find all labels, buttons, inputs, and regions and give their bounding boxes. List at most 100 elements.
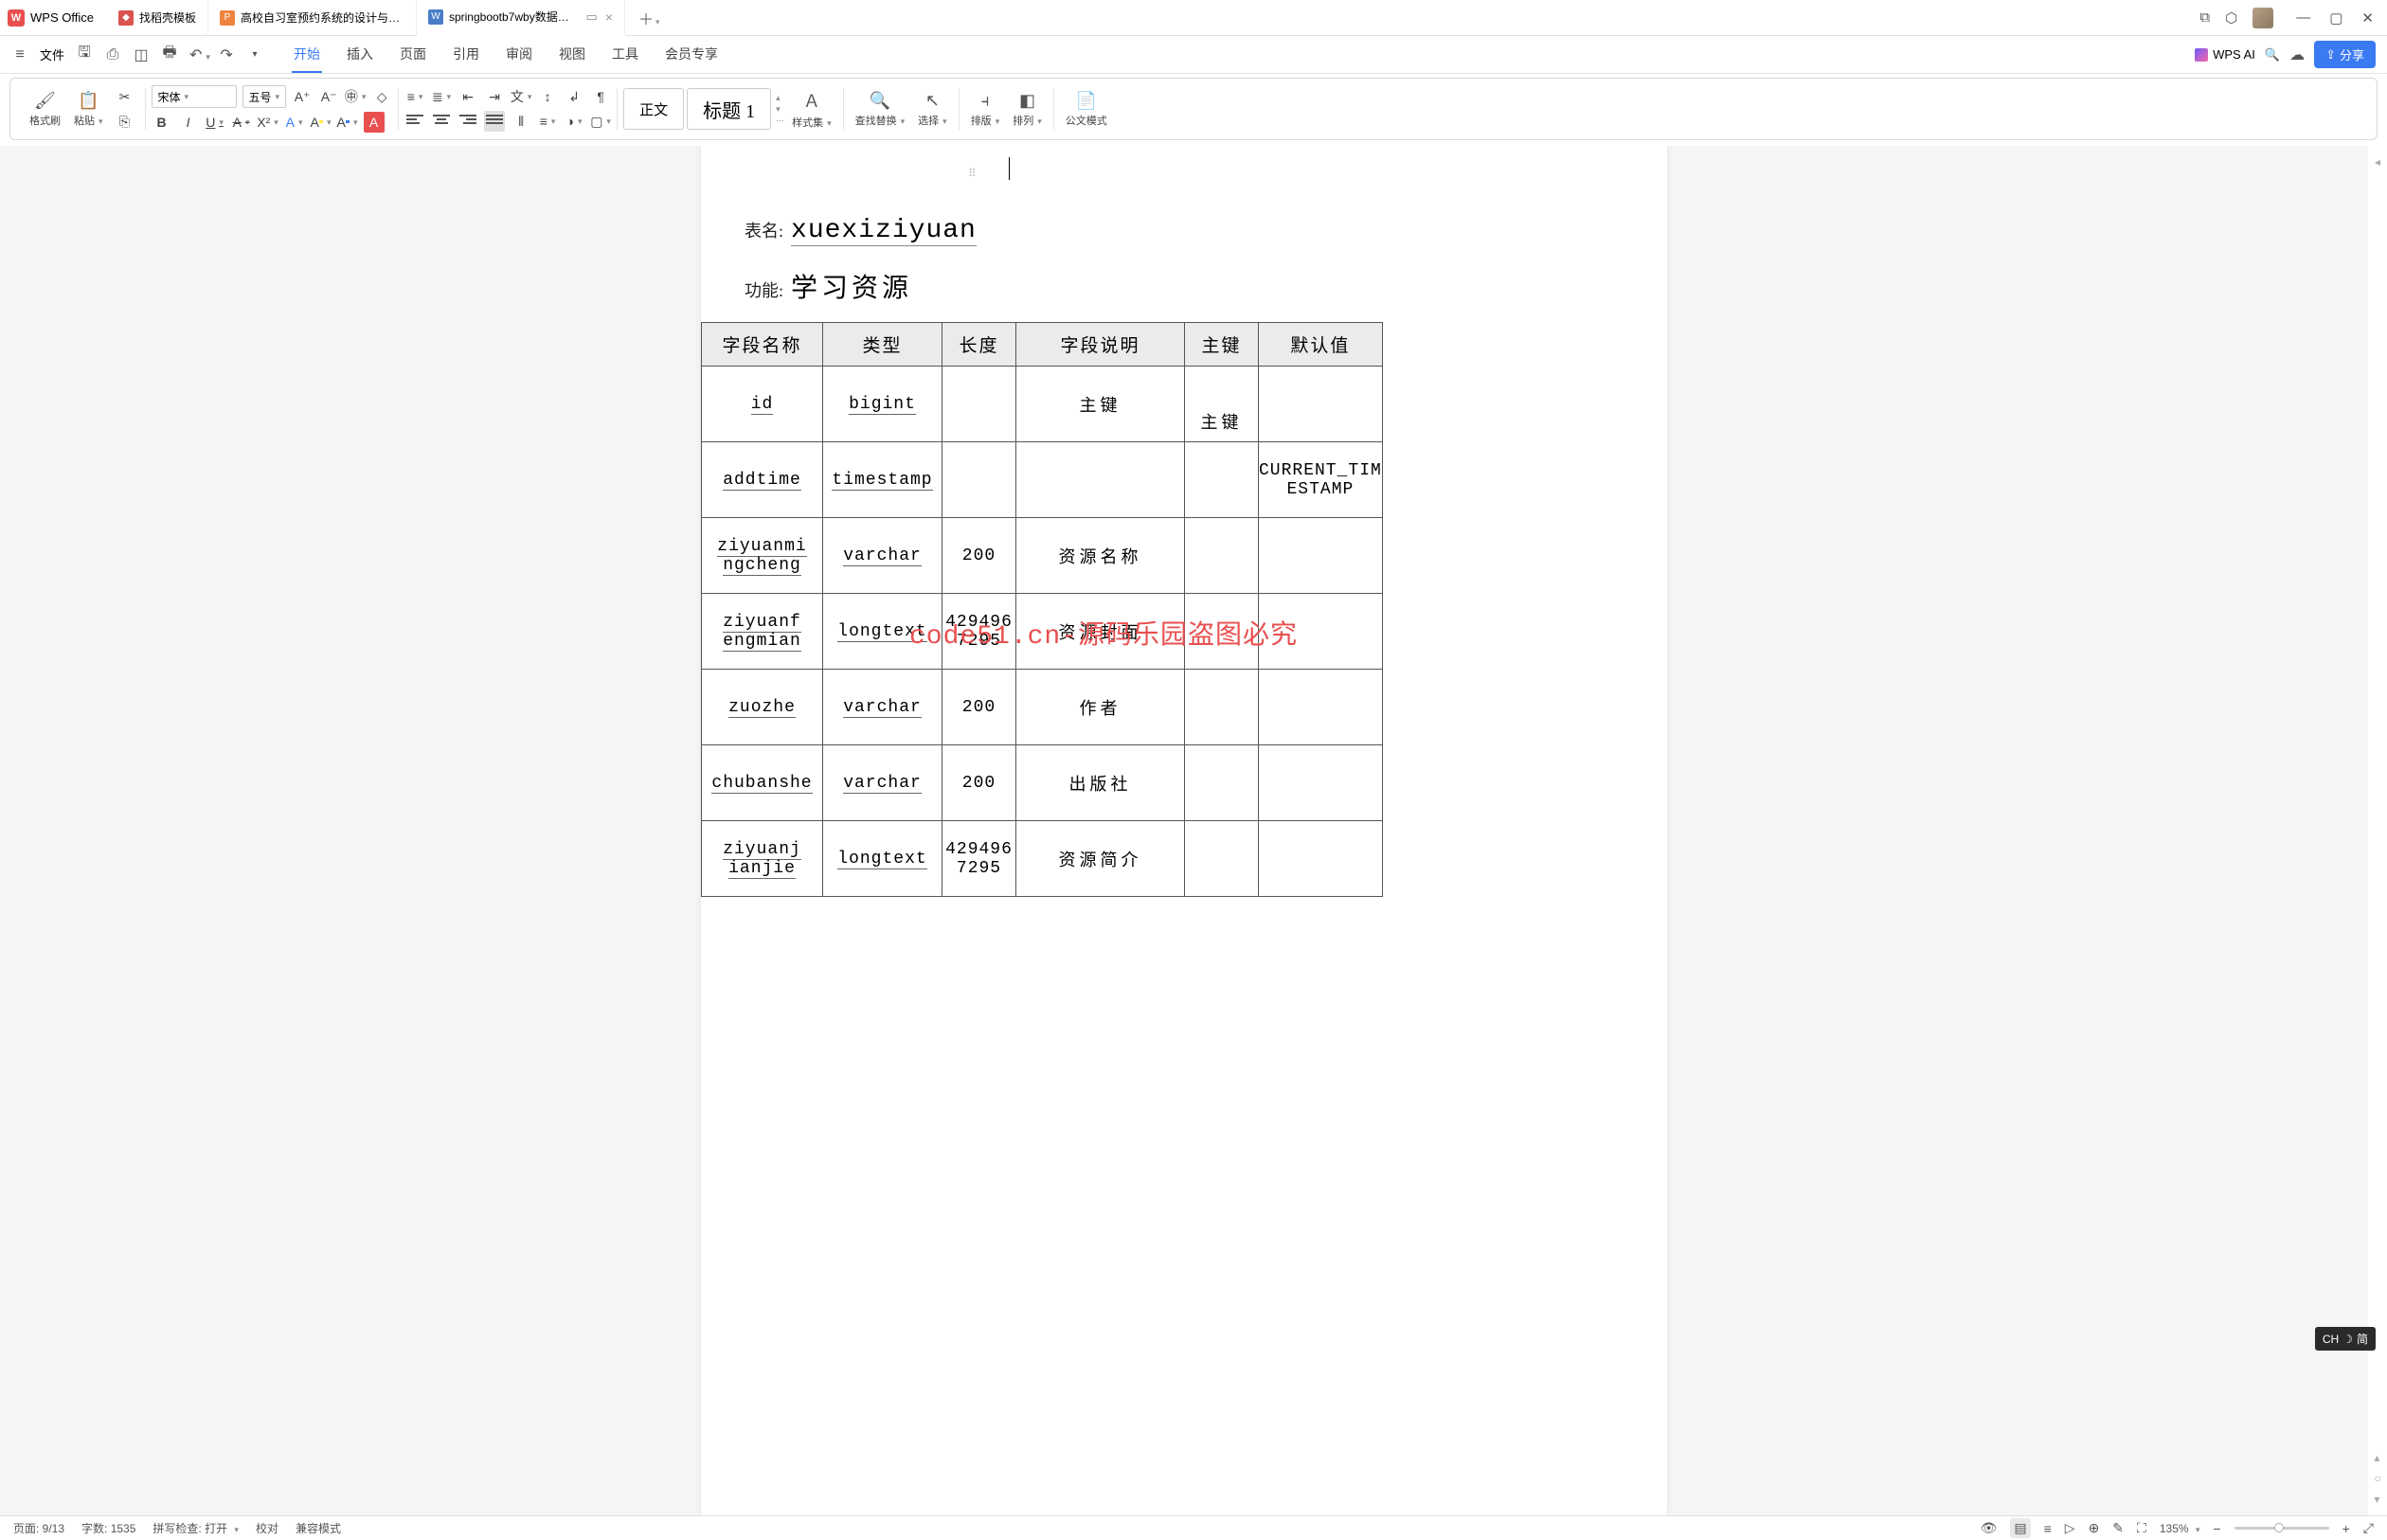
cube-icon[interactable]: ⬡ [2225, 9, 2237, 27]
increase-font-icon[interactable]: A⁺ [292, 86, 313, 107]
zoom-out-icon[interactable]: − [2213, 1521, 2220, 1536]
table-row[interactable]: chubanshe varchar 200 出版社 [702, 745, 1383, 821]
new-tab-button[interactable]: ＋▾ [625, 7, 673, 29]
find-replace-button[interactable]: 🔍 查找替换▾ [850, 82, 911, 135]
undo-icon[interactable]: ↶▾ [189, 45, 206, 64]
bullet-list-icon[interactable]: ≡▾ [404, 86, 425, 107]
maximize-icon[interactable]: ▢ [2329, 9, 2342, 27]
print-icon[interactable]: ⎙ [104, 46, 121, 63]
sort-icon[interactable]: ↕ [537, 86, 558, 107]
cut-icon[interactable]: ✂ [115, 86, 135, 107]
pen-icon[interactable]: ✎ [2112, 1520, 2124, 1536]
layout-button[interactable]: ⫞ 排版▾ [965, 82, 1006, 135]
table-row[interactable]: ziyuanmingcheng varchar 200 资源名称 [702, 518, 1383, 594]
page-view-icon[interactable]: ▤ [2010, 1518, 2030, 1538]
document-page[interactable]: ⠿ 表名: xuexiziyuan 功能: 学习资源 code51.cn-源码乐… [701, 146, 1667, 1515]
select-button[interactable]: ↖ 选择▾ [912, 82, 953, 135]
tab-ppt-doc[interactable]: P 高校自习室预约系统的设计与实现.pp [208, 0, 417, 36]
decrease-font-icon[interactable]: A⁻ [318, 86, 339, 107]
zoom-in-icon[interactable]: + [2342, 1521, 2350, 1536]
format-painter-group[interactable]: 🖌 格式刷 [24, 82, 66, 135]
font-size-select[interactable]: 五号▾ [242, 85, 287, 108]
decrease-indent-icon[interactable]: ⇤ [458, 86, 478, 107]
table-row[interactable]: addtime timestamp CURRENT_TIMESTAMP [702, 442, 1383, 518]
scroll-up-icon[interactable]: ▴ [2374, 1451, 2380, 1464]
copy-icon[interactable]: ⎘ [115, 111, 135, 132]
clear-format-icon[interactable]: ◇ [371, 86, 392, 107]
document-scroll-area[interactable]: ⠿ 表名: xuexiziyuan 功能: 学习资源 code51.cn-源码乐… [0, 146, 2368, 1515]
nav-object-icon[interactable]: ○ [2374, 1472, 2380, 1485]
tab-home[interactable]: 开始 [292, 37, 322, 73]
schema-table[interactable]: 字段名称 类型 长度 字段说明 主键 默认值 id bigint 主键 主键 a… [701, 322, 1383, 897]
function-value[interactable]: 学习资源 [791, 267, 912, 305]
read-view-icon[interactable]: ▷ [2065, 1520, 2075, 1536]
style-panel-button[interactable]: Ａ 样式集▾ [786, 82, 837, 135]
wps-ai-button[interactable]: WPS AI [2195, 47, 2255, 62]
fit-page-icon[interactable]: ⛶ [2137, 1520, 2146, 1536]
minimize-icon[interactable]: — [2296, 9, 2310, 27]
search-icon[interactable]: 🔍 [2265, 47, 2280, 63]
user-avatar[interactable] [2252, 8, 2273, 28]
tab-insert[interactable]: 插入 [345, 37, 375, 73]
text-direction-icon[interactable]: 文▾ [511, 86, 531, 107]
tab-review[interactable]: 审阅 [504, 37, 534, 73]
increase-indent-icon[interactable]: ⇥ [484, 86, 505, 107]
text-effect-button[interactable]: A▾ [284, 112, 305, 133]
style-heading1[interactable]: 标题 1 [687, 88, 771, 130]
paste-group[interactable]: 📋 粘贴▾ [68, 82, 109, 135]
spell-check-status[interactable]: 拼写检查: 打开 ▾ [153, 1520, 239, 1536]
eye-icon[interactable]: 👁 [1981, 1520, 1998, 1536]
ime-indicator[interactable]: CH ☽ 简 [2315, 1327, 2376, 1351]
zoom-slider[interactable] [2234, 1527, 2329, 1530]
file-menu[interactable]: 文件 [40, 45, 64, 63]
print-preview-icon[interactable]: ◫ [133, 45, 150, 64]
tab-word-doc[interactable]: W springbootb7wby数据库文 ▭ × [417, 0, 625, 36]
outline-view-icon[interactable]: ≡ [2044, 1521, 2052, 1536]
rail-arrow-icon[interactable]: ◂ [2375, 155, 2380, 169]
tab-tools[interactable]: 工具 [610, 37, 640, 73]
cloud-sync-icon[interactable]: ☁ [2289, 45, 2305, 64]
align-right-icon[interactable] [458, 111, 478, 132]
tab-close-icon[interactable]: × [605, 9, 613, 25]
page-indicator[interactable]: 页面: 9/13 [13, 1520, 64, 1536]
align-left-icon[interactable] [404, 111, 425, 132]
proof-status[interactable]: 校对 [256, 1520, 278, 1536]
style-gallery-arrows[interactable]: ▴▾⋯ [776, 93, 784, 126]
font-name-select[interactable]: 宋体▾ [152, 85, 237, 108]
save-icon[interactable]: 🖫 [76, 42, 93, 67]
align-justify-icon[interactable] [484, 111, 505, 132]
show-marks-icon[interactable]: ¶ [590, 86, 611, 107]
shading-icon[interactable]: ◑▾ [564, 111, 584, 132]
superscript-button[interactable]: X²▾ [258, 112, 278, 133]
multi-window-icon[interactable]: ⧉ [2199, 9, 2210, 26]
bold-button[interactable]: B [152, 112, 172, 133]
table-name-value[interactable]: xuexiziyuan [791, 216, 977, 246]
word-count[interactable]: 字数: 1535 [81, 1520, 135, 1536]
fullscreen-icon[interactable]: ⤢ [2363, 1520, 2374, 1536]
char-shading-button[interactable]: A [364, 112, 385, 133]
line-break-icon[interactable]: ↲ [564, 86, 584, 107]
casting-icon[interactable]: ▭ [585, 9, 597, 25]
tab-reference[interactable]: 引用 [451, 37, 481, 73]
align-center-icon[interactable] [431, 111, 452, 132]
distribute-icon[interactable]: ⫴ [511, 111, 531, 132]
tab-page[interactable]: 页面 [398, 37, 428, 73]
font-color-button[interactable]: A▾ [337, 112, 358, 133]
zoom-level[interactable]: 135% ▾ [2160, 1522, 2200, 1535]
compat-mode[interactable]: 兼容模式 [296, 1520, 341, 1536]
tab-view[interactable]: 视图 [557, 37, 587, 73]
menu-hamburger-icon[interactable]: ≡ [11, 46, 28, 63]
underline-button[interactable]: U▾ [205, 112, 225, 133]
more-qat-icon[interactable]: ▾ [246, 49, 263, 60]
close-icon[interactable]: ✕ [2361, 9, 2374, 27]
borders-icon[interactable]: ▢▾ [590, 111, 611, 132]
number-list-icon[interactable]: ≣▾ [431, 86, 452, 107]
line-spacing-icon[interactable]: ≡▾ [537, 111, 558, 132]
highlight-button[interactable]: A▾ [311, 112, 332, 133]
italic-button[interactable]: I [178, 112, 199, 133]
scroll-down-icon[interactable]: ▾ [2374, 1493, 2380, 1506]
redo-icon[interactable]: ↷ [218, 45, 235, 64]
strikethrough-button[interactable]: A▾ [231, 112, 252, 133]
table-row[interactable]: ziyuanjianjie longtext 4294967295 资源简介 [702, 821, 1383, 897]
web-view-icon[interactable]: ⊕ [2089, 1520, 2100, 1536]
